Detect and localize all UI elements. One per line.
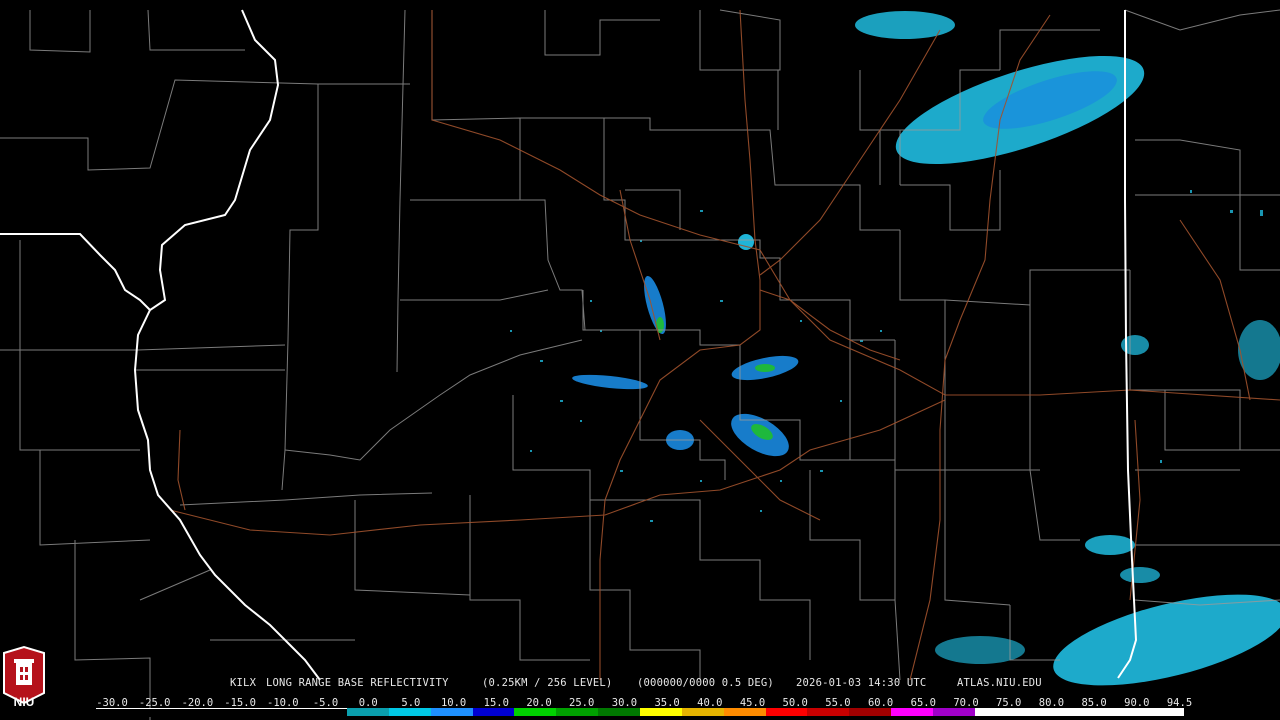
color-swatch [681,708,724,716]
color-swatch [891,708,933,716]
color-swatch [347,708,389,716]
source-url: ATLAS.NIU.EDU [957,677,1042,689]
color-swatch [221,708,264,717]
color-swatch [137,708,180,717]
color-swatch [1058,708,1101,716]
color-swatch [639,708,682,716]
color-swatch [598,708,640,716]
color-swatch [305,708,348,717]
color-swatch [388,708,431,716]
color-swatch [1142,708,1184,716]
color-swatch [974,708,1017,716]
product-name: LONG RANGE BASE REFLECTIVITY [266,677,449,689]
resolution: (0.25KM / 256 LEVEL) [482,677,613,689]
color-swatch [807,708,850,716]
color-swatch [932,708,975,716]
radar-id: KILX [230,677,257,689]
color-swatch [96,708,138,717]
color-swatch [723,708,766,716]
color-swatch [1100,708,1143,716]
timestamp: 2026-01-03 14:30 UTC [796,677,927,689]
color-swatch [179,708,222,717]
color-swatch [849,708,892,716]
radar-map [0,0,1280,720]
color-swatch [430,708,473,716]
color-swatch [1016,708,1059,716]
color-swatch [765,708,808,716]
color-swatch [472,708,515,716]
color-swatch [514,708,557,716]
product-caption: KILX LONG RANGE BASE REFLECTIVITY (0.25K… [0,677,1280,693]
color-swatch [556,708,599,716]
color-swatch [263,708,306,717]
volume-info: (000000/0000 0.5 DEG) [637,677,774,689]
color-scale-bar [96,708,1184,717]
